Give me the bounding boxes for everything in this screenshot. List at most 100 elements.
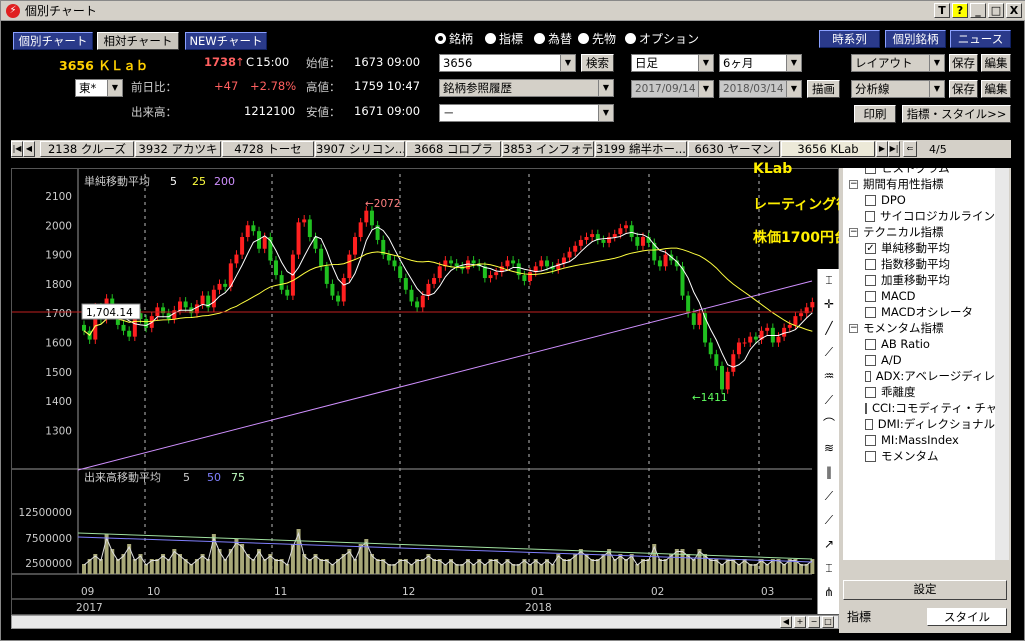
draw-button[interactable]: 描画 [807,80,840,98]
tab-relative-chart[interactable]: 相対チャート [97,32,179,50]
tree-group[interactable]: − モメンタム指標 [843,320,995,336]
tree-group[interactable]: − テクニカル指標 [843,224,995,240]
tree-item[interactable]: MACDオシレータ [843,304,995,320]
individual-stock-button[interactable]: 個別銘柄 [885,30,946,48]
tree-item[interactable]: DPO [843,192,995,208]
trendline-tool-icon[interactable]: ╱ [820,319,838,337]
checkbox-icon[interactable] [865,402,867,414]
layout-select[interactable]: レイアウト ▼ [851,54,945,72]
timeseries-button[interactable]: 時系列 [819,30,880,48]
fibonacci-arc-icon[interactable]: ⌒ [820,415,838,433]
stock-tab[interactable]: 4728 トーセ [222,141,314,157]
help-button[interactable]: ? [952,3,968,18]
stock-tab[interactable]: 6630 ヤーマン [688,141,780,157]
from-date[interactable]: 2017/09/14 ▼ [631,80,714,98]
maximize-button[interactable]: □ [988,3,1004,18]
checkbox-icon[interactable] [865,354,876,366]
tree-item[interactable]: 指数移動平均 [843,256,995,272]
checkbox-icon[interactable] [865,434,876,446]
indicator-style-button[interactable]: 指標・スタイル>> [902,105,1011,123]
cursor-tool-icon[interactable]: ⌶ [820,271,838,289]
tree-scrollbar[interactable] [995,168,1009,560]
save-layout-button[interactable]: 保存 [949,54,978,72]
tree-item[interactable]: A/D [843,352,995,368]
stock-tab[interactable]: 2138 クルーズ [40,141,134,157]
settings-button[interactable]: 設定 [843,580,1007,600]
stock-tab[interactable]: 3199 綿半ホー... [595,141,687,157]
checkbox-icon[interactable] [865,274,876,286]
checkbox-icon[interactable] [865,418,873,430]
collapse-icon[interactable]: − [849,323,858,333]
close-button[interactable]: X [1006,3,1022,18]
stock-tab[interactable]: 3853 インフォテリ [502,141,594,157]
arc-tool-icon[interactable]: ♒ [820,367,838,385]
analysis-select[interactable]: 分析線 ▼ [851,80,945,98]
checkbox-icon[interactable] [865,370,871,382]
edit-layout-button[interactable]: 編集 [981,54,1011,72]
indicator-tree[interactable]: ヒストグラム − 期間有用性指標 DPO サイコロジカルライン − テクニカル指標 ✓ 単純移動… [843,168,995,560]
tree-item[interactable]: モメンタム [843,448,995,464]
history-select[interactable]: 銘柄参照履歴 ▼ [439,79,614,97]
tree-item[interactable]: ヒストグラム [843,168,995,176]
zoom-in-icon[interactable]: + [794,616,806,628]
back-arrow-icon[interactable]: ⇐ [903,141,917,157]
radio-index[interactable]: 指標 [485,30,523,47]
checkbox-icon[interactable] [865,194,876,206]
topmost-button[interactable]: T [934,3,950,18]
tab-style[interactable]: スタイル [927,608,1007,626]
checkbox-icon[interactable] [865,338,876,350]
radio-fx[interactable]: 為替 [534,30,572,47]
radio-futures[interactable]: 先物 [578,30,616,47]
channel-tool-icon[interactable]: ≋ [820,439,838,457]
news-button[interactable]: ニュース [950,30,1011,48]
minimize-button[interactable]: _ [970,3,986,18]
print-button[interactable]: 印刷 [854,105,896,123]
stock-code-input[interactable]: 3656 ▼ [439,54,576,72]
tab-indicator[interactable]: 指標 [843,608,923,626]
fan-tool-icon[interactable]: ⟋ [820,343,838,361]
tree-item[interactable]: DMI:ディレクショナル [843,416,995,432]
gann-fan-icon[interactable]: ⟋ [820,511,838,529]
tree-item[interactable]: 乖離度 [843,384,995,400]
tree-item[interactable]: CCI:コモディティ・チャ [843,400,995,416]
tree-item[interactable]: ✓ 単純移動平均 [843,240,995,256]
radio-options[interactable]: オプション [625,30,699,47]
search-button[interactable]: 検索 [581,54,614,72]
blank-select[interactable]: － ▼ [439,104,614,122]
regression-tool-icon[interactable]: ⌶ [820,559,838,577]
ray-tool-icon[interactable]: ↗ [820,535,838,553]
zoom-reset-icon[interactable]: □ [822,616,834,628]
next-tab-icon[interactable]: ▶ [876,141,888,157]
first-tab-icon[interactable]: |◀ [11,141,23,157]
interval-select[interactable]: 日足 ▼ [631,54,714,72]
line-tool-icon[interactable]: ⟋ [820,487,838,505]
pitchfork-tool-icon[interactable]: ⋔ [820,583,838,601]
crosshair-tool-icon[interactable]: ✛ [820,295,838,313]
checkbox-icon[interactable] [865,450,876,462]
zoom-out-icon[interactable]: − [808,616,820,628]
tree-item[interactable]: ADX:アベレージディレ [843,368,995,384]
stock-tab[interactable]: 3932 アカツキ [135,141,221,157]
collapse-icon[interactable]: − [849,227,858,237]
stock-tab-active[interactable]: 3656 KLab [781,141,875,157]
scroll-left-icon[interactable]: ◀ [780,616,792,628]
fibonacci-time-icon[interactable]: ‖ [820,463,838,481]
radio-stock[interactable]: 銘柄 [435,30,473,47]
prev-tab-icon[interactable]: ◀ [23,141,35,157]
tree-item[interactable]: サイコロジカルライン [843,208,995,224]
checkbox-icon[interactable] [865,386,876,398]
chart-area[interactable]: 2100 2000 1900 1800 1700 1600 1500 1400 1300 1250… [11,168,839,615]
market-select[interactable]: 東* ▼ [75,79,123,97]
tree-item[interactable]: MI:MassIndex [843,432,995,448]
tree-group[interactable]: − 期間有用性指標 [843,176,995,192]
tab-individual-chart[interactable]: 個別チャート [13,32,93,50]
tree-item[interactable]: MACD [843,288,995,304]
edit-analysis-button[interactable]: 編集 [981,80,1011,98]
tree-item[interactable]: AB Ratio [843,336,995,352]
fibonacci-fan-icon[interactable]: ⟋ [820,391,838,409]
chart-horizontal-scrollbar[interactable]: ◀ + − □ [11,615,839,629]
checkbox-icon[interactable] [865,306,876,318]
checkbox-icon[interactable] [865,210,875,222]
checkbox-checked-icon[interactable]: ✓ [865,242,876,254]
last-tab-icon[interactable]: ▶| [888,141,900,157]
